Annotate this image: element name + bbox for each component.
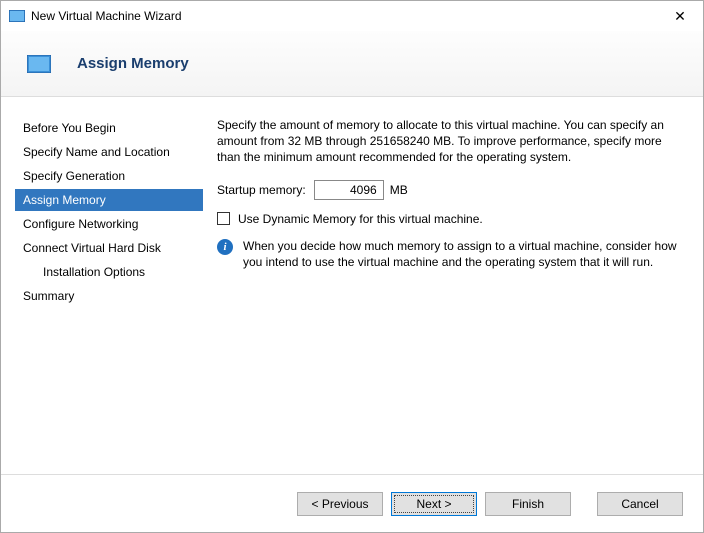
description-text: Specify the amount of memory to allocate…	[217, 117, 683, 166]
step-configure-networking[interactable]: Configure Networking	[15, 213, 203, 235]
step-label: Assign Memory	[23, 193, 106, 207]
step-label: Installation Options	[43, 265, 145, 279]
step-installation-options[interactable]: Installation Options	[15, 261, 203, 283]
step-label: Before You Begin	[23, 121, 116, 135]
step-connect-vhd[interactable]: Connect Virtual Hard Disk	[15, 237, 203, 259]
cancel-button[interactable]: Cancel	[597, 492, 683, 516]
dynamic-memory-row: Use Dynamic Memory for this virtual mach…	[217, 212, 683, 226]
step-sidebar: Before You Begin Specify Name and Locati…	[1, 117, 203, 474]
step-specify-name-location[interactable]: Specify Name and Location	[15, 141, 203, 163]
step-before-you-begin[interactable]: Before You Begin	[15, 117, 203, 139]
info-icon: i	[217, 239, 233, 255]
header-band: Assign Memory	[1, 31, 703, 97]
step-label: Specify Name and Location	[23, 145, 170, 159]
startup-memory-input[interactable]	[314, 180, 384, 200]
content-panel: Specify the amount of memory to allocate…	[203, 117, 703, 474]
window-title: New Virtual Machine Wizard	[31, 9, 657, 23]
step-specify-generation[interactable]: Specify Generation	[15, 165, 203, 187]
dynamic-memory-label: Use Dynamic Memory for this virtual mach…	[238, 212, 483, 226]
step-assign-memory[interactable]: Assign Memory	[15, 189, 203, 211]
step-label: Specify Generation	[23, 169, 125, 183]
close-icon: ✕	[674, 8, 686, 25]
startup-memory-label: Startup memory:	[217, 183, 306, 197]
step-label: Connect Virtual Hard Disk	[23, 241, 161, 255]
info-text: When you decide how much memory to assig…	[243, 238, 683, 270]
previous-button[interactable]: < Previous	[297, 492, 383, 516]
info-row: i When you decide how much memory to ass…	[217, 238, 683, 270]
finish-button[interactable]: Finish	[485, 492, 571, 516]
titlebar: New Virtual Machine Wizard ✕	[1, 1, 703, 31]
wizard-icon	[9, 10, 25, 22]
startup-memory-row: Startup memory: MB	[217, 180, 683, 200]
footer: < Previous Next > Finish Cancel	[1, 474, 703, 532]
step-label: Configure Networking	[23, 217, 138, 231]
next-button[interactable]: Next >	[391, 492, 477, 516]
wizard-body: Before You Begin Specify Name and Locati…	[1, 97, 703, 474]
memory-unit: MB	[390, 183, 408, 197]
close-button[interactable]: ✕	[657, 1, 703, 31]
step-label: Summary	[23, 289, 74, 303]
wizard-icon-large	[27, 55, 51, 73]
page-title: Assign Memory	[77, 55, 189, 72]
step-summary[interactable]: Summary	[15, 285, 203, 307]
dynamic-memory-checkbox[interactable]	[217, 212, 230, 225]
